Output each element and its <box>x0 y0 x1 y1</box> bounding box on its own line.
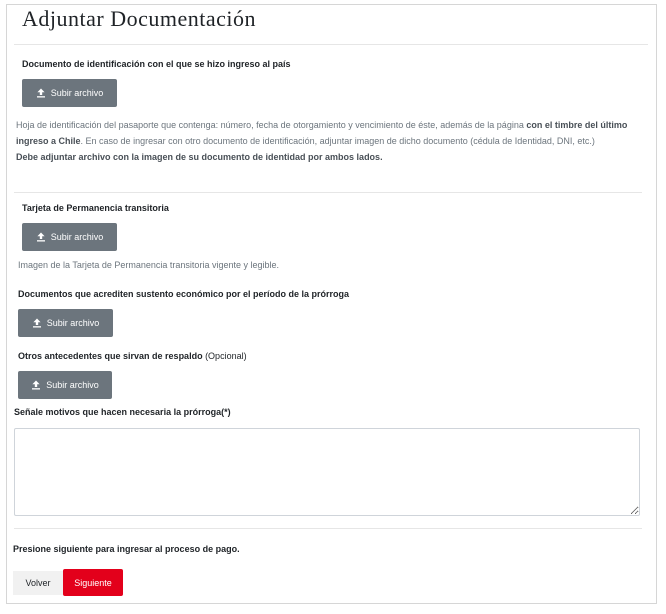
section-divider <box>14 192 642 193</box>
upload-icon <box>32 380 41 390</box>
upload-button-label: Subir archivo <box>50 232 104 242</box>
upload-icon <box>36 232 45 242</box>
footer-divider <box>14 528 642 529</box>
upload-button-label: Subir archivo <box>50 88 104 98</box>
payment-instruction: Presione siguiente para ingresar al proc… <box>13 544 240 554</box>
upload-otros-button[interactable]: Subir archivo <box>18 371 112 399</box>
upload-icon <box>32 318 41 328</box>
title-divider <box>14 44 648 45</box>
upload-button-label: Subir archivo <box>46 318 100 328</box>
next-button[interactable]: Siguiente <box>63 569 123 596</box>
optional-tag: (Opcional) <box>202 351 247 361</box>
back-button[interactable]: Volver <box>13 571 63 595</box>
tarjeta-label: Tarjeta de Permanencia transitoria <box>22 203 169 213</box>
upload-identification-button[interactable]: Subir archivo <box>22 79 117 107</box>
upload-sustento-button[interactable]: Subir archivo <box>18 309 113 337</box>
upload-button-label: Subir archivo <box>46 380 99 390</box>
identification-help: Hoja de identificación del pasaporte que… <box>16 117 644 165</box>
sustento-label: Documentos que acrediten sustento económ… <box>18 289 350 299</box>
upload-tarjeta-button[interactable]: Subir archivo <box>22 223 117 251</box>
page-title: Adjuntar Documentación <box>22 6 256 31</box>
motivos-label: Señale motivos que hacen necesaria la pr… <box>14 407 231 417</box>
identification-help-text-2: . En caso de ingresar con otro documento… <box>80 136 595 146</box>
otros-label: Otros antecedentes que sirvan de respald… <box>18 351 247 361</box>
identification-help-text: Hoja de identificación del pasaporte que… <box>16 120 527 130</box>
identification-help-note: Debe adjuntar archivo con la imagen de s… <box>16 152 383 162</box>
tarjeta-help: Imagen de la Tarjeta de Permanencia tran… <box>18 260 279 270</box>
otros-label-text: Otros antecedentes que sirvan de respald… <box>18 351 203 361</box>
upload-icon <box>36 88 45 98</box>
identification-label: Documento de identificación con el que s… <box>22 59 291 69</box>
motivos-textarea[interactable] <box>14 428 640 516</box>
